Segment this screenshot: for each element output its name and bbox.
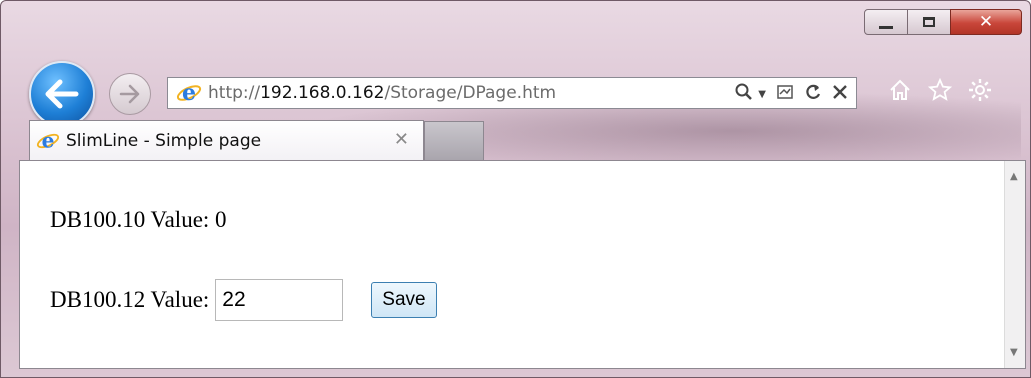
address-bar[interactable]: e http://192.168.0.162/Storage/DPage.htm… <box>167 77 857 109</box>
url-host: 192.168.0.162 <box>260 83 385 103</box>
compatibility-view-button[interactable] <box>776 83 794 107</box>
save-button[interactable]: Save <box>371 282 437 318</box>
url-prefix: http:// <box>208 83 261 103</box>
db100-10-label: DB100.10 Value: 0 <box>50 207 227 232</box>
stop-icon <box>833 85 847 99</box>
back-button[interactable] <box>29 61 95 127</box>
url-text: http://192.168.0.162/Storage/DPage.htm <box>208 83 556 103</box>
stop-button[interactable] <box>832 84 848 106</box>
search-icon <box>735 83 753 100</box>
forward-button[interactable] <box>109 73 151 115</box>
home-icon <box>890 79 910 100</box>
tools-button[interactable] <box>967 77 993 103</box>
ie-logo-icon: e <box>176 81 202 105</box>
url-path: /Storage/DPage.htm <box>384 83 557 103</box>
maximize-icon <box>923 17 935 27</box>
home-button[interactable] <box>887 77 913 103</box>
star-icon <box>928 78 952 101</box>
scroll-up-icon[interactable]: ▲ <box>1010 171 1018 182</box>
search-button[interactable] <box>734 82 754 108</box>
search-dropdown-icon[interactable]: ▼ <box>758 84 766 106</box>
gear-icon <box>969 79 991 101</box>
db100-10-row: DB100.10 Value: 0 <box>50 207 227 233</box>
svg-text:e: e <box>42 130 55 152</box>
close-icon: ✕ <box>978 11 994 32</box>
page-content: DB100.10 Value: 0 DB100.12 Value: Save ▲… <box>19 160 1026 369</box>
back-arrow-icon <box>45 79 79 109</box>
ie-tab-icon: e <box>36 130 60 152</box>
svg-text:e: e <box>182 81 196 105</box>
tab-close-icon[interactable]: ✕ <box>394 129 409 150</box>
tab-title: SlimLine - Simple page <box>66 130 262 151</box>
browser-toolbar-icons <box>887 77 993 103</box>
vertical-scrollbar[interactable]: ▲ ▼ <box>1004 161 1025 368</box>
refresh-icon <box>806 84 821 99</box>
close-button[interactable]: ✕ <box>950 9 1022 35</box>
forward-arrow-icon <box>119 84 140 104</box>
db100-12-label: DB100.12 Value: <box>50 287 210 312</box>
browser-window: ✕ e http://192.168.0.162/Storage/DPage.h… <box>0 0 1031 378</box>
new-tab-button[interactable] <box>424 121 484 160</box>
caption-buttons: ✕ <box>864 9 1022 35</box>
address-tools: ▼ <box>734 82 848 108</box>
db100-12-input[interactable] <box>215 279 344 321</box>
favorites-button[interactable] <box>927 77 953 103</box>
minimize-button[interactable] <box>864 9 908 35</box>
maximize-button[interactable] <box>907 9 951 35</box>
scroll-down-icon[interactable]: ▼ <box>1010 347 1018 358</box>
compatibility-view-icon <box>777 85 793 99</box>
db100-12-row: DB100.12 Value: Save <box>50 279 437 321</box>
tab-active[interactable]: e SlimLine - Simple page ✕ <box>29 120 424 160</box>
refresh-button[interactable] <box>804 83 822 107</box>
minimize-icon <box>879 25 893 29</box>
